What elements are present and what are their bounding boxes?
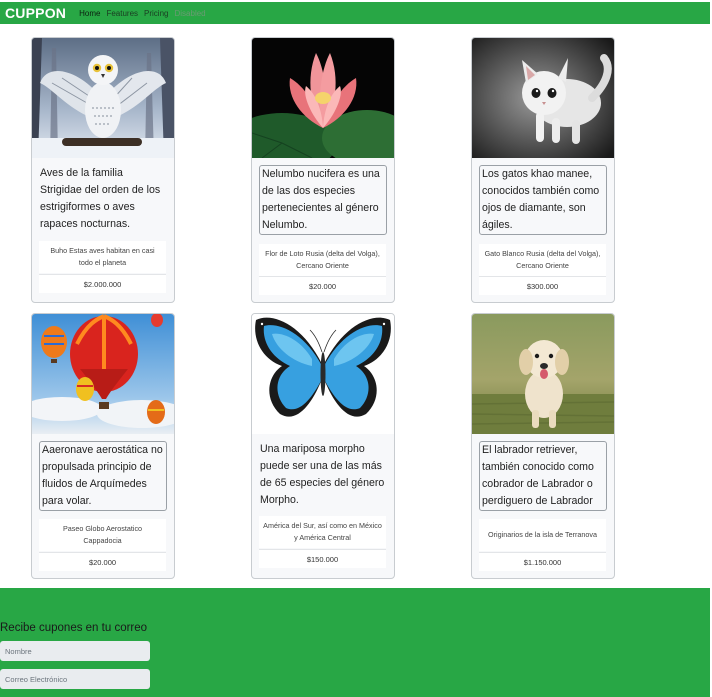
nav-features[interactable]: Features (106, 9, 138, 18)
card-location: América del Sur, así como en México y Am… (259, 516, 386, 548)
card-price: $1.150.000 (479, 552, 606, 571)
kitten-icon (472, 38, 614, 158)
card-price: $150.000 (259, 549, 386, 568)
card-price: $20.000 (39, 552, 166, 571)
card-location: Flor de Loto Rusia (delta del Volga), Ce… (259, 244, 386, 276)
lotus-flower-icon (252, 38, 394, 158)
newsletter-footer: Recibe cupones en tu correo (0, 588, 710, 697)
card-description: Nelumbo nucifera es una de las dos espec… (259, 165, 387, 235)
card-location: Paseo Globo Aerostatico Cappadocia (39, 519, 166, 551)
product-card-lotus: Nelumbo nucifera es una de las dos espec… (251, 37, 395, 303)
owl-icon (32, 38, 174, 158)
product-card-puppy: El labrador retriever, también conocido … (471, 313, 615, 579)
product-card-butterfly: Una mariposa morpho puede ser una de las… (251, 313, 395, 579)
card-location: Buho Estas aves habitan en casi todo el … (39, 241, 166, 273)
butterfly-icon (252, 314, 394, 434)
product-card-balloon: Aaeronave aerostática no propulsada prin… (31, 313, 175, 579)
hot-air-balloon-icon (32, 314, 174, 434)
brand-logo[interactable]: CUPPON (5, 5, 66, 21)
name-input[interactable] (0, 641, 150, 661)
puppy-icon (472, 314, 614, 434)
navbar: CUPPON Home Features Pricing Disabled (0, 2, 710, 24)
newsletter-title: Recibe cupones en tu correo (0, 622, 148, 634)
nav-pricing[interactable]: Pricing (144, 9, 168, 18)
card-description: Aves de la familia Strigidae del orden d… (40, 167, 161, 230)
nav-home[interactable]: Home (79, 9, 100, 18)
card-description: El labrador retriever, también conocido … (479, 441, 607, 511)
card-price: $20.000 (259, 276, 386, 295)
product-card-owl: Aves de la familia Strigidae del orden d… (31, 37, 175, 303)
nav-disabled: Disabled (174, 8, 206, 18)
email-input[interactable] (0, 669, 150, 689)
card-description: Los gatos khao manee, conocidos también … (479, 165, 607, 235)
card-price: $300.000 (479, 276, 606, 295)
product-card-kitten: Los gatos khao manee, conocidos también … (471, 37, 615, 303)
card-location: Gato Blanco Rusia (delta del Volga), Cer… (479, 244, 606, 276)
card-description: Una mariposa morpho puede ser una de las… (260, 443, 385, 506)
card-description: Aaeronave aerostática no propulsada prin… (39, 441, 167, 511)
card-price: $2.000.000 (39, 274, 166, 293)
card-location: Originarios de la isla de Terranova (479, 519, 606, 551)
